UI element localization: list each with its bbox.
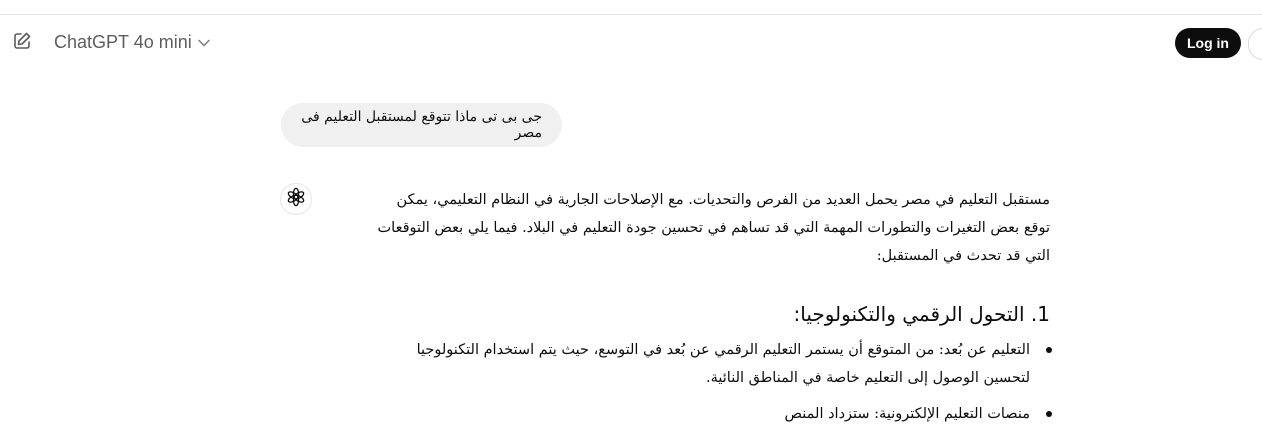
assistant-intro: مستقبل التعليم في مصر يحمل العديد من الف… xyxy=(377,192,1051,264)
bullet-icon xyxy=(1046,411,1052,417)
user-message: جى بى تى ماذا تتوقع لمستقبل التعليم فى م… xyxy=(281,103,562,147)
signup-button[interactable] xyxy=(1248,28,1262,60)
openai-logo-icon xyxy=(286,187,306,211)
section-heading: 1. التحول الرقمي والتكنولوجيا: xyxy=(793,302,1050,326)
new-chat-button[interactable] xyxy=(10,31,34,55)
list-item-text: منصات التعليم الإلكترونية: ستزداد المنص xyxy=(784,406,1030,422)
model-selector[interactable]: ChatGPT 4o mini xyxy=(54,32,210,53)
assistant-message: مستقبل التعليم في مصر يحمل العديد من الف… xyxy=(370,186,1052,436)
app-header: ChatGPT 4o mini Log in xyxy=(0,15,1262,73)
assistant-avatar xyxy=(280,183,312,215)
bullet-list: التعليم عن بُعد: من المتوقع أن يستمر الت… xyxy=(370,336,1052,428)
user-message-text: جى بى تى ماذا تتوقع لمستقبل التعليم فى م… xyxy=(301,109,542,141)
bullet-icon xyxy=(1046,347,1052,353)
list-item-text: التعليم عن بُعد: من المتوقع أن يستمر الت… xyxy=(416,342,1030,386)
chevron-down-icon xyxy=(197,39,210,47)
model-name: ChatGPT 4o mini xyxy=(54,32,192,52)
list-item: منصات التعليم الإلكترونية: ستزداد المنص xyxy=(370,400,1052,428)
edit-icon xyxy=(12,31,32,55)
list-item: التعليم عن بُعد: من المتوقع أن يستمر الت… xyxy=(370,336,1052,392)
login-button[interactable]: Log in xyxy=(1175,28,1241,58)
